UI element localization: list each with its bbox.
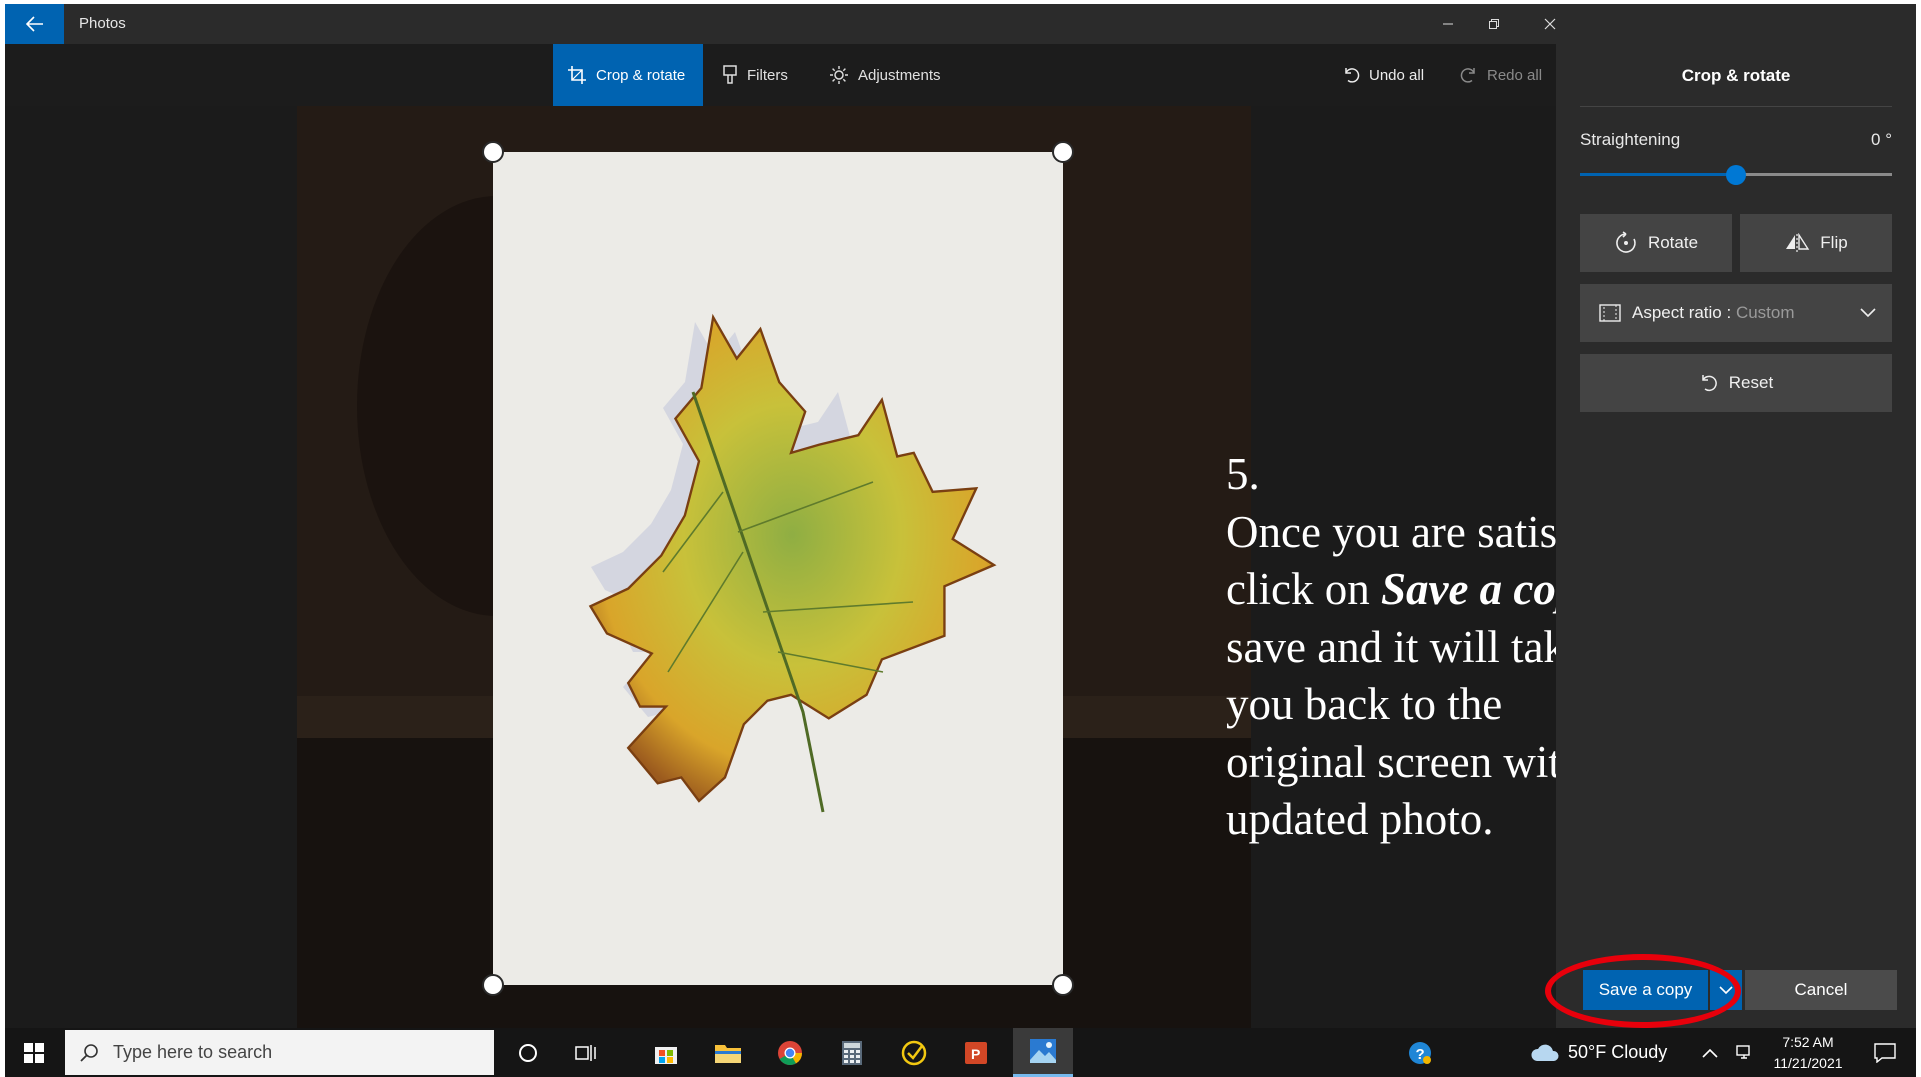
windows-taskbar: Type here to search P ? 50°F Cloudy 7:52… — [5, 1028, 1916, 1077]
filter-brush-icon — [723, 65, 737, 84]
straightening-label: Straightening — [1580, 130, 1681, 149]
leaf-image — [588, 313, 997, 813]
cancel-button[interactable]: Cancel — [1745, 970, 1897, 1010]
rotate-button[interactable]: Rotate — [1580, 214, 1732, 272]
taskbar-search-box[interactable]: Type here to search — [65, 1030, 494, 1075]
title-bar: Photos — [5, 4, 1916, 44]
redo-icon — [1460, 68, 1475, 83]
start-button[interactable] — [5, 1028, 63, 1077]
tasks-app-icon[interactable] — [889, 1028, 939, 1077]
cloud-icon — [1531, 1044, 1559, 1061]
cortana-circle-icon — [519, 1043, 537, 1062]
task-view-button[interactable] — [561, 1028, 611, 1077]
weather-widget[interactable]: 50°F Cloudy — [1530, 1028, 1680, 1077]
microsoft-store-icon[interactable] — [641, 1028, 691, 1077]
store-bag-icon — [655, 1046, 677, 1064]
folder-icon — [715, 1044, 741, 1063]
weather-text: 50°F Cloudy — [1568, 1042, 1668, 1062]
crop-icon — [568, 66, 586, 84]
back-arrow-icon — [25, 16, 43, 32]
show-hidden-icons-button[interactable] — [1695, 1028, 1725, 1077]
help-question-icon: ? — [1409, 1041, 1431, 1064]
redo-all-button[interactable]: Redo all — [1460, 44, 1542, 106]
reset-label: Reset — [1728, 373, 1774, 392]
search-icon — [80, 1043, 98, 1062]
check-circle-icon — [901, 1040, 927, 1065]
minimize-icon — [1443, 23, 1453, 25]
straightening-value: 0 ° — [1871, 130, 1892, 149]
cortana-button[interactable] — [503, 1028, 553, 1077]
redo-all-label: Redo all — [1487, 66, 1543, 84]
tab-adjustments-label: Adjustments — [858, 66, 941, 84]
tab-crop-rotate-label: Crop & rotate — [596, 66, 686, 84]
file-explorer-icon[interactable] — [703, 1028, 753, 1077]
network-icon[interactable] — [1729, 1028, 1759, 1077]
flip-icon — [1786, 233, 1810, 252]
tab-filters[interactable]: Filters — [708, 44, 802, 106]
photos-window: Photos Crop & rotate Filters Adjustments… — [5, 4, 1916, 1028]
clock-date: 11/21/2021 — [1773, 1055, 1843, 1071]
panel-title: Crop & rotate — [1681, 66, 1791, 85]
aspect-ratio-dropdown[interactable]: Aspect ratio : Custom — [1580, 284, 1892, 342]
undo-all-button[interactable]: Undo all — [1342, 44, 1424, 106]
close-icon — [1544, 18, 1556, 30]
crop-rotate-panel: Crop & rotate Straightening 0 ° Rotate F… — [1556, 44, 1916, 1028]
task-view-icon — [575, 1044, 596, 1061]
action-center-button[interactable] — [1865, 1028, 1905, 1077]
photos-landscape-icon — [1030, 1039, 1056, 1063]
sun-icon — [830, 66, 848, 84]
powerpoint-icon[interactable]: P — [951, 1028, 1001, 1077]
tab-filters-label: Filters — [747, 66, 788, 84]
powerpoint-app-icon: P — [965, 1041, 987, 1064]
close-button[interactable] — [1522, 4, 1578, 44]
windows-logo-icon — [24, 1042, 44, 1063]
chrome-browser-icon — [778, 1040, 802, 1065]
reset-icon — [1702, 375, 1717, 392]
instruction-line-2-pre: click on — [1226, 564, 1381, 614]
restore-icon — [1489, 19, 1499, 29]
tab-adjustments[interactable]: Adjustments — [815, 44, 955, 106]
photos-app-icon[interactable] — [1013, 1028, 1073, 1077]
tab-crop-rotate[interactable]: Crop & rotate — [553, 44, 703, 106]
undo-icon — [1345, 68, 1360, 83]
app-title: Photos — [79, 15, 126, 32]
straightening-slider-thumb[interactable] — [1726, 165, 1746, 185]
flip-label: Flip — [1820, 233, 1848, 252]
highlight-circle — [1545, 954, 1741, 1028]
panel-divider — [1580, 106, 1892, 107]
rotate-label: Rotate — [1647, 233, 1699, 252]
straightening-slider-fill — [1580, 173, 1736, 176]
calculator-icon[interactable] — [827, 1028, 877, 1077]
notification-icon — [1874, 1042, 1896, 1063]
clock-time: 7:52 AM — [1782, 1034, 1834, 1050]
chevron-up-icon — [1702, 1048, 1718, 1058]
rotate-icon — [1616, 231, 1636, 253]
calculator-app-icon — [842, 1040, 862, 1065]
chrome-icon[interactable] — [765, 1028, 815, 1077]
taskbar-clock[interactable]: 7:52 AM 11/21/2021 — [1768, 1032, 1848, 1074]
aspect-ratio-label: Aspect ratio : Custom — [1632, 303, 1795, 323]
crop-handle-bottom-left[interactable] — [482, 974, 504, 996]
cropped-photo[interactable] — [493, 152, 1063, 985]
svg-text:P: P — [971, 1046, 980, 1062]
crop-handle-bottom-right[interactable] — [1052, 974, 1074, 996]
aspect-ratio-icon — [1599, 304, 1621, 322]
back-button[interactable] — [5, 4, 64, 44]
flip-button[interactable]: Flip — [1740, 214, 1892, 272]
search-placeholder: Type here to search — [113, 1042, 273, 1062]
edit-toolbar: Crop & rotate Filters Adjustments Undo a… — [5, 44, 1556, 106]
aspect-ratio-value: Custom — [1735, 303, 1795, 322]
chevron-down-icon — [1860, 308, 1876, 318]
undo-all-label: Undo all — [1369, 66, 1425, 84]
crop-handle-top-left[interactable] — [482, 141, 504, 163]
reset-button[interactable]: Reset — [1580, 354, 1892, 412]
help-icon[interactable]: ? — [1400, 1028, 1440, 1077]
restore-button[interactable] — [1466, 4, 1522, 44]
aspect-ratio-text: Aspect ratio : — [1632, 303, 1736, 322]
crop-handle-top-right[interactable] — [1052, 141, 1074, 163]
network-monitor-icon — [1736, 1044, 1750, 1059]
